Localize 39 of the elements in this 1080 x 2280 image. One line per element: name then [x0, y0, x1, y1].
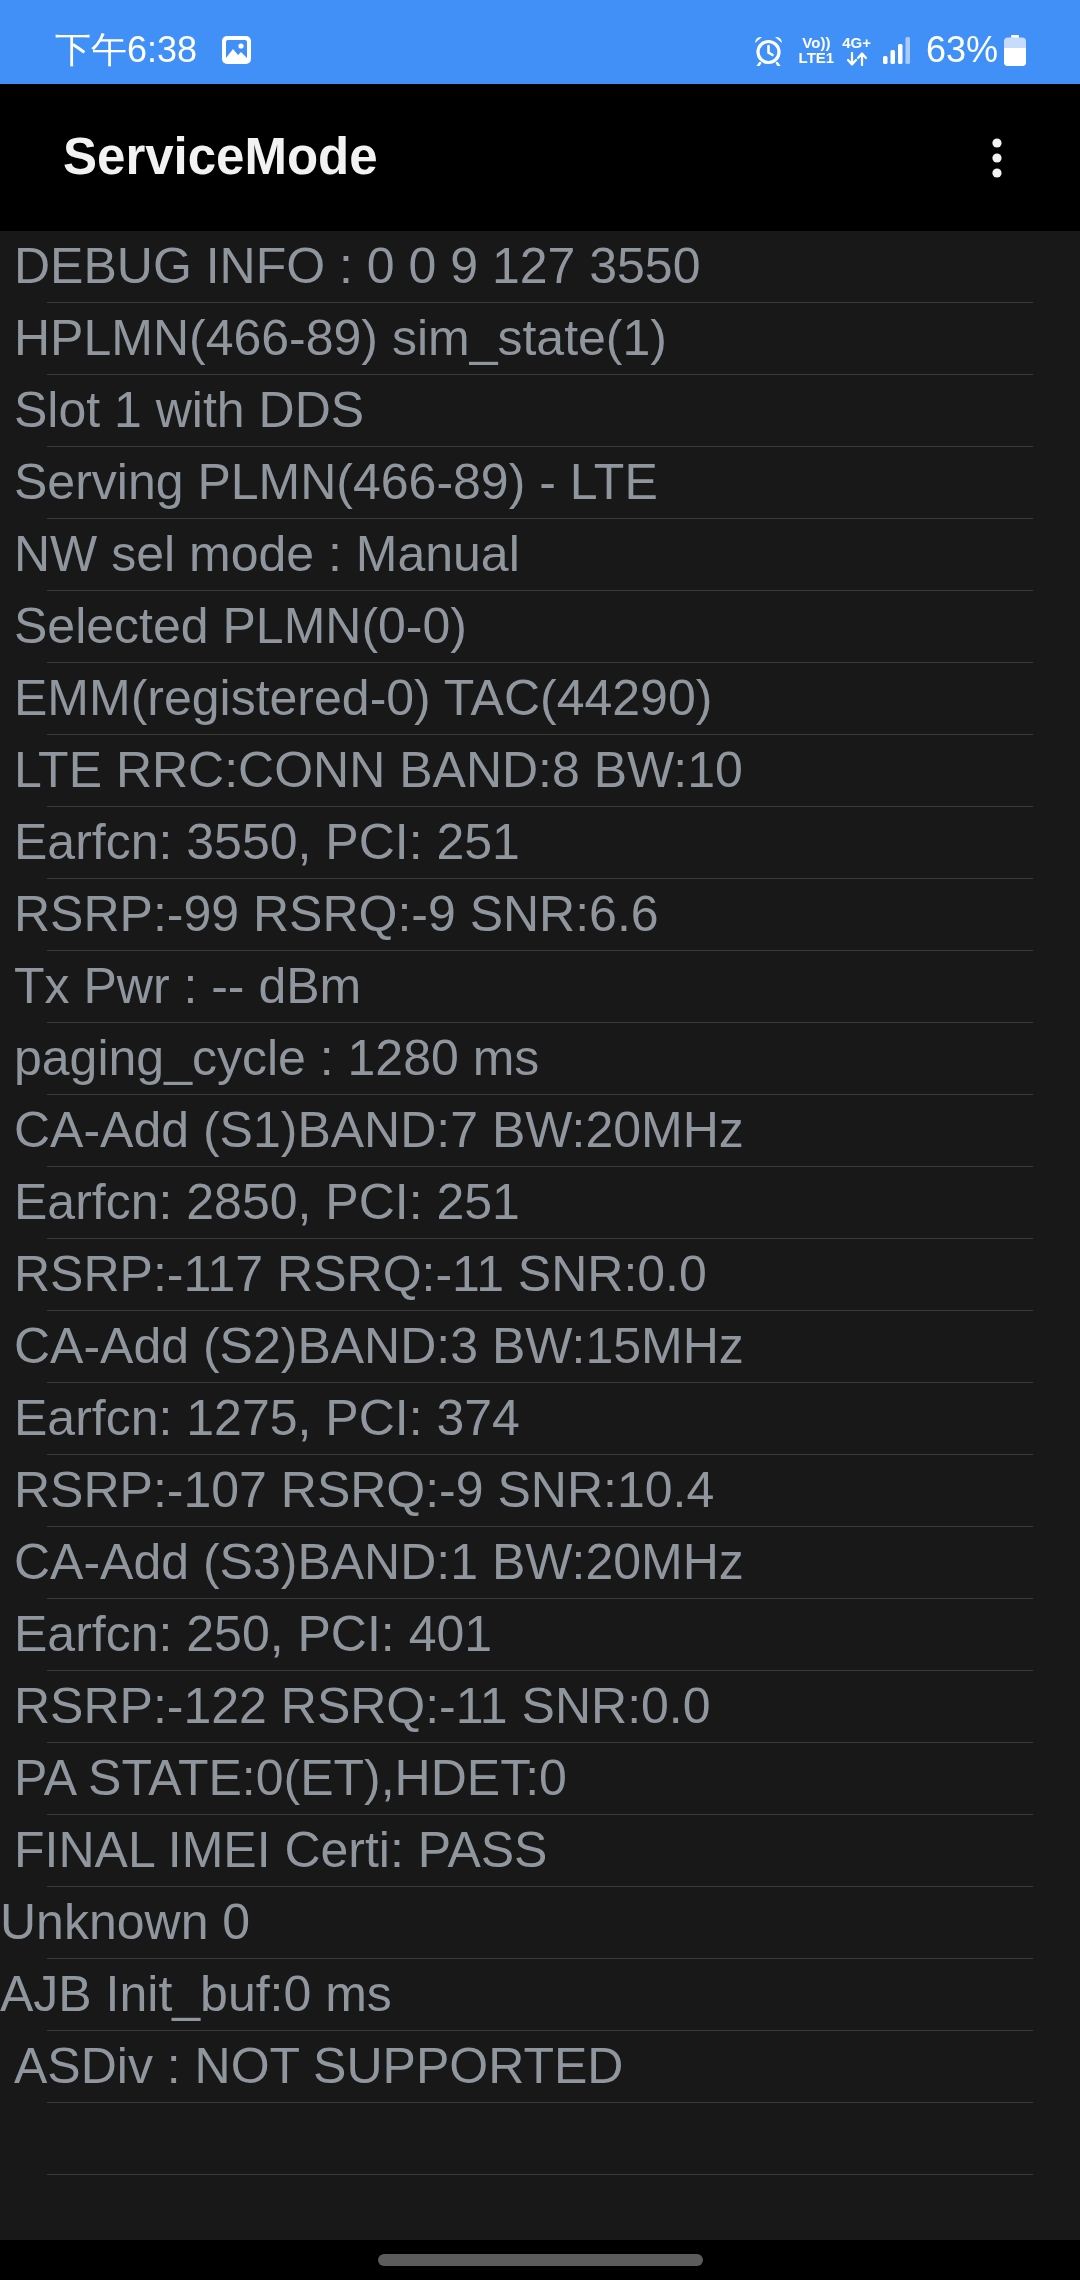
info-text: ASDiv : NOT SUPPORTED: [14, 2039, 624, 2094]
more-options-icon[interactable]: [992, 137, 1002, 178]
info-text: CA-Add (S1)BAND:7 BW:20MHz: [14, 1103, 744, 1158]
info-text: RSRP:-117 RSRQ:-11 SNR:0.0: [14, 1247, 707, 1302]
info-text: PA STATE:0(ET),HDET:0: [14, 1751, 567, 1806]
info-text: Selected PLMN(0-0): [14, 599, 467, 654]
info-text: RSRP:-107 RSRQ:-9 SNR:10.4: [14, 1463, 715, 1518]
lte-sim-text: LTE1: [798, 50, 835, 65]
info-text: EMM(registered-0) TAC(44290): [14, 671, 713, 726]
picture-icon: [222, 36, 252, 64]
info-text: RSRP:-122 RSRQ:-11 SNR:0.0: [14, 1679, 711, 1734]
info-text: CA-Add (S2)BAND:3 BW:15MHz: [14, 1319, 744, 1374]
info-text: NW sel mode : Manual: [14, 527, 520, 582]
info-text: Earfcn: 2850, PCI: 251: [14, 1175, 520, 1230]
signal-bars-icon: [882, 36, 910, 64]
info-text: Earfcn: 1275, PCI: 374: [14, 1391, 520, 1446]
info-text: HPLMN(466-89) sim_state(1): [14, 311, 667, 366]
info-text: DEBUG INFO : 0 0 9 127 3550: [14, 239, 701, 294]
network-type-text: 4G+: [842, 34, 871, 50]
info-text: Slot 1 with DDS: [14, 383, 365, 438]
app-title: ServiceMode: [63, 129, 378, 186]
info-text: AJB Init_buf:0 ms: [0, 1967, 392, 2022]
info-text: FINAL IMEI Certi: PASS: [14, 1823, 548, 1878]
info-text: Unknown 0: [0, 1895, 251, 1950]
clock-text: 下午6:38: [55, 32, 198, 68]
info-text: Earfcn: 250, PCI: 401: [14, 1607, 493, 1662]
battery-percent-text: 63%: [925, 32, 998, 68]
info-text: Earfcn: 3550, PCI: 251: [14, 815, 520, 870]
info-text: Tx Pwr : -- dBm: [14, 959, 362, 1014]
gesture-handle[interactable]: [377, 2254, 703, 2266]
data-arrows-icon: [845, 51, 868, 66]
info-text: CA-Add (S3)BAND:1 BW:20MHz: [14, 1535, 744, 1590]
volte-text: Vo)): [802, 35, 831, 50]
info-text: LTE RRC:CONN BAND:8 BW:10: [14, 743, 743, 798]
info-text: paging_cycle : 1280 ms: [14, 1031, 540, 1086]
alarm-clock-icon: [752, 34, 784, 66]
info-text: RSRP:-99 RSRQ:-9 SNR:6.6: [14, 887, 659, 942]
battery-icon: [1004, 34, 1026, 66]
info-text: Serving PLMN(466-89) - LTE: [14, 455, 658, 510]
